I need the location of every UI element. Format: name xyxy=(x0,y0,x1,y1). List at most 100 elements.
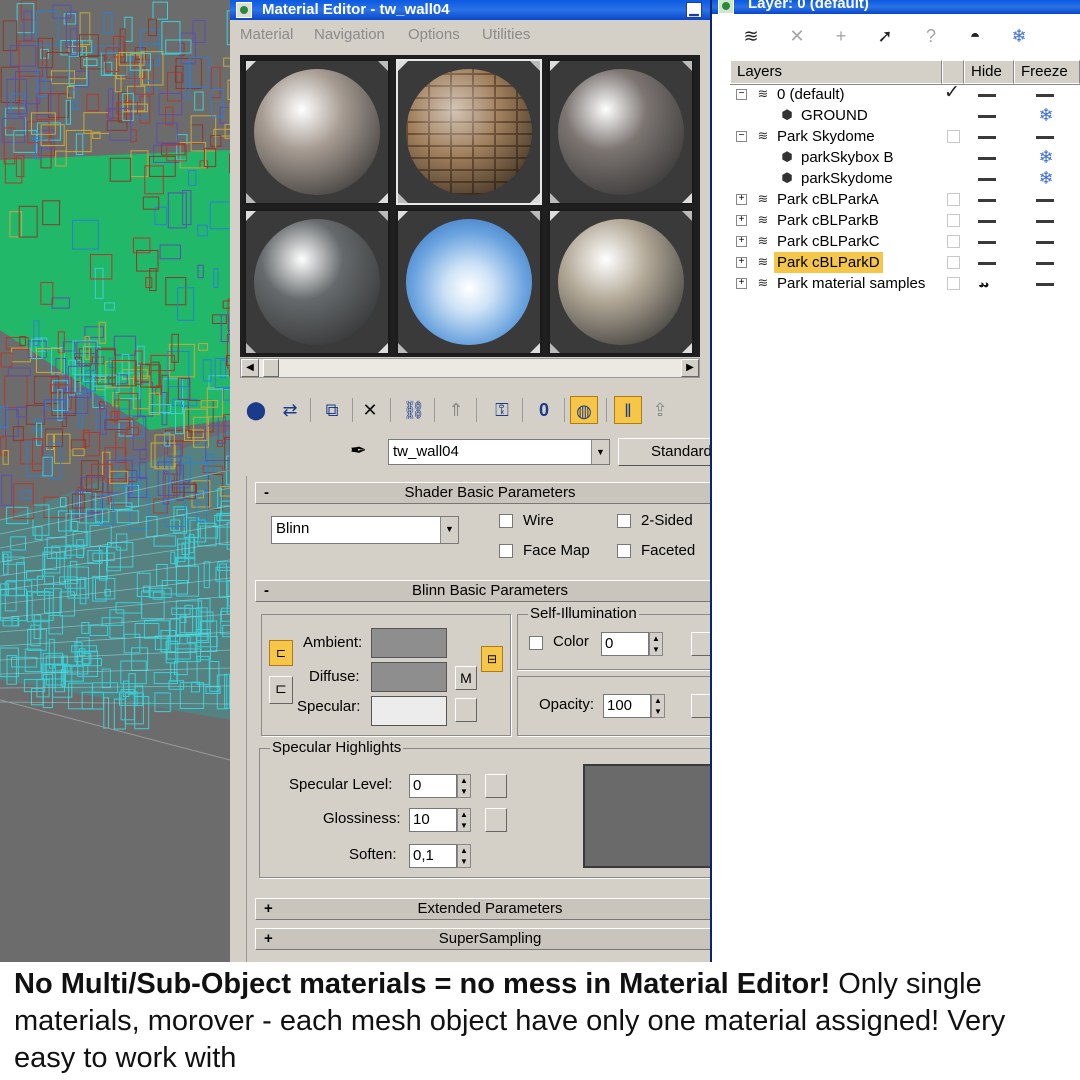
freeze-toggle[interactable] xyxy=(1036,262,1054,265)
menu-material[interactable]: Material xyxy=(240,26,293,43)
sample-slots-scrollbar[interactable]: ◀ ▶ xyxy=(240,358,700,378)
scroll-right-icon[interactable]: ▶ xyxy=(681,359,699,377)
layer-name[interactable]: GROUND xyxy=(798,105,871,126)
help-icon[interactable]: ? xyxy=(918,24,944,48)
lock-icon[interactable]: ⊟ xyxy=(481,646,503,672)
layer-row[interactable]: + ≋ Park cBLParkB xyxy=(730,210,1080,231)
diffuse-color-swatch[interactable] xyxy=(371,662,447,692)
self-illum-color-checkbox[interactable] xyxy=(529,636,543,650)
menu-utilities[interactable]: Utilities xyxy=(482,26,530,43)
supersampling-rollout[interactable]: + SuperSampling xyxy=(255,928,710,950)
set-current-layer-box[interactable] xyxy=(947,256,960,269)
extended-parameters-rollout[interactable]: + Extended Parameters xyxy=(255,898,710,920)
glossiness-spinner[interactable]: 10 ▲ ▼ xyxy=(409,808,471,832)
lock-ambient-diffuse-map-icon[interactable]: ⊏ xyxy=(269,640,293,666)
glossiness-map-button[interactable] xyxy=(485,808,507,832)
set-current-layer-box[interactable] xyxy=(947,235,960,248)
layer-row[interactable]: + ≋ Park cBLParkA xyxy=(730,189,1080,210)
scroll-left-icon[interactable]: ◀ xyxy=(241,359,259,377)
layer-name[interactable]: Park cBLParkC xyxy=(774,231,883,252)
spinner-arrows-icon[interactable]: ▲ ▼ xyxy=(457,808,471,832)
hide-toggle[interactable] xyxy=(978,157,996,160)
material-editor-titlebar[interactable]: Material Editor - tw_wall04 ▁ xyxy=(230,0,710,20)
object-row[interactable]: ⬢ parkSkydome ❄ xyxy=(730,168,1080,189)
current-column-header[interactable] xyxy=(942,60,964,84)
hide-column-header[interactable]: Hide xyxy=(964,60,1014,84)
wire-checkbox[interactable] xyxy=(499,514,513,528)
sample-slot-worn-concrete[interactable] xyxy=(244,59,390,205)
scroll-thumb[interactable] xyxy=(263,359,279,377)
material-id-channel-icon[interactable]: 0 xyxy=(530,396,558,424)
frozen-icon[interactable]: ❄ xyxy=(1036,168,1056,189)
hide-toggle[interactable] xyxy=(978,220,996,223)
sample-slot-sky[interactable] xyxy=(396,209,542,355)
soften-value[interactable]: 0,1 xyxy=(409,844,457,868)
put-to-library-icon[interactable]: ⚿ xyxy=(488,396,516,424)
expand-icon[interactable]: + xyxy=(736,236,747,247)
layer-name[interactable]: 0 (default) xyxy=(774,84,848,105)
chevron-down-icon[interactable]: ▼ xyxy=(440,517,458,543)
set-current-layer-box[interactable] xyxy=(947,277,960,290)
layer-name[interactable]: Park Skydome xyxy=(774,126,878,147)
sample-slot-brick[interactable] xyxy=(396,59,542,205)
freeze-column-header[interactable]: Freeze xyxy=(1014,60,1080,84)
specular-map-button[interactable] xyxy=(455,698,477,722)
self-illum-map-button[interactable] xyxy=(691,632,710,656)
add-to-layer-icon[interactable]: + xyxy=(828,24,854,48)
shader-type-dropdown[interactable]: Blinn ▼ xyxy=(271,516,459,544)
two-sided-checkbox[interactable] xyxy=(617,514,631,528)
lock-diffuse-specular-map-icon[interactable]: ⊏ xyxy=(269,676,293,704)
set-current-layer-box[interactable] xyxy=(947,130,960,143)
set-current-layer-box[interactable] xyxy=(947,214,960,227)
material-name-dropdown[interactable]: tw_wall04 ▼ xyxy=(388,439,610,465)
spinner-arrows-icon[interactable]: ▲ ▼ xyxy=(457,844,471,868)
create-new-layer-icon[interactable]: ≋ xyxy=(738,24,764,48)
sample-slot-beige-plaster[interactable] xyxy=(548,209,694,355)
specular-level-map-button[interactable] xyxy=(485,774,507,798)
layer-name[interactable]: Park cBLParkD xyxy=(774,252,883,273)
expand-icon[interactable]: + xyxy=(736,278,747,289)
reset-material-icon[interactable]: ✕ xyxy=(356,396,384,424)
wireframe-viewport[interactable] xyxy=(0,0,230,962)
diffuse-map-button[interactable]: M xyxy=(455,666,477,690)
specular-level-value[interactable]: 0 xyxy=(409,774,457,798)
specular-color-swatch[interactable] xyxy=(371,696,447,726)
specular-level-spinner[interactable]: 0 ▲ ▼ xyxy=(409,774,471,798)
layer-manager-titlebar[interactable]: Layer: 0 (default) xyxy=(712,0,1080,14)
freeze-toggle[interactable] xyxy=(1036,199,1054,202)
go-to-parent-icon[interactable]: ⇪ xyxy=(646,396,674,424)
get-material-icon[interactable]: ⬤ xyxy=(242,396,270,424)
hide-unhide-all-icon[interactable]: ◓ xyxy=(962,24,988,48)
set-current-layer-box[interactable] xyxy=(947,193,960,206)
hide-toggle[interactable] xyxy=(978,262,996,265)
layer-row[interactable]: + ≋ Park material samples ◕◕ xyxy=(730,273,1080,294)
assign-material-icon[interactable]: ⧉ xyxy=(318,396,346,424)
blinn-basic-parameters-rollout[interactable]: - Blinn Basic Parameters xyxy=(255,580,710,602)
freeze-unfreeze-all-icon[interactable]: ❄ xyxy=(1006,24,1032,48)
collapse-icon[interactable]: − xyxy=(736,89,747,100)
frozen-icon[interactable]: ❄ xyxy=(1036,147,1056,168)
menu-navigation[interactable]: Navigation xyxy=(314,26,385,43)
copy-material-icon[interactable]: ⛓ xyxy=(400,396,428,424)
layer-name[interactable]: Park cBLParkB xyxy=(774,210,882,231)
minimize-button[interactable]: ▁ xyxy=(686,2,702,18)
put-to-scene-icon[interactable]: ⇄ xyxy=(276,396,304,424)
hide-toggle[interactable] xyxy=(978,115,996,118)
collapse-icon[interactable]: − xyxy=(736,131,747,142)
delete-layer-icon[interactable]: ✕ xyxy=(784,24,810,48)
frozen-icon[interactable]: ❄ xyxy=(1036,105,1056,126)
layers-column-header[interactable]: Layers xyxy=(730,60,942,84)
hide-toggle[interactable] xyxy=(978,199,996,202)
hidden-icon[interactable]: ◕◕ xyxy=(978,277,989,294)
opacity-spinner[interactable]: 100 ▲ ▼ xyxy=(603,694,665,718)
object-row[interactable]: ⬢ GROUND ❄ xyxy=(730,105,1080,126)
sample-slot-dark-concrete[interactable] xyxy=(548,59,694,205)
spinner-arrows-icon[interactable]: ▲ ▼ xyxy=(649,632,663,656)
layer-name[interactable]: Park cBLParkA xyxy=(774,189,882,210)
spinner-arrows-icon[interactable]: ▲ ▼ xyxy=(457,774,471,798)
expand-icon[interactable]: + xyxy=(736,194,747,205)
show-map-in-viewport-icon[interactable]: ◍ xyxy=(570,396,598,424)
freeze-toggle[interactable] xyxy=(1036,241,1054,244)
shader-basic-parameters-rollout[interactable]: - Shader Basic Parameters xyxy=(255,482,710,504)
show-end-result-icon[interactable]: ‖ xyxy=(614,396,642,424)
